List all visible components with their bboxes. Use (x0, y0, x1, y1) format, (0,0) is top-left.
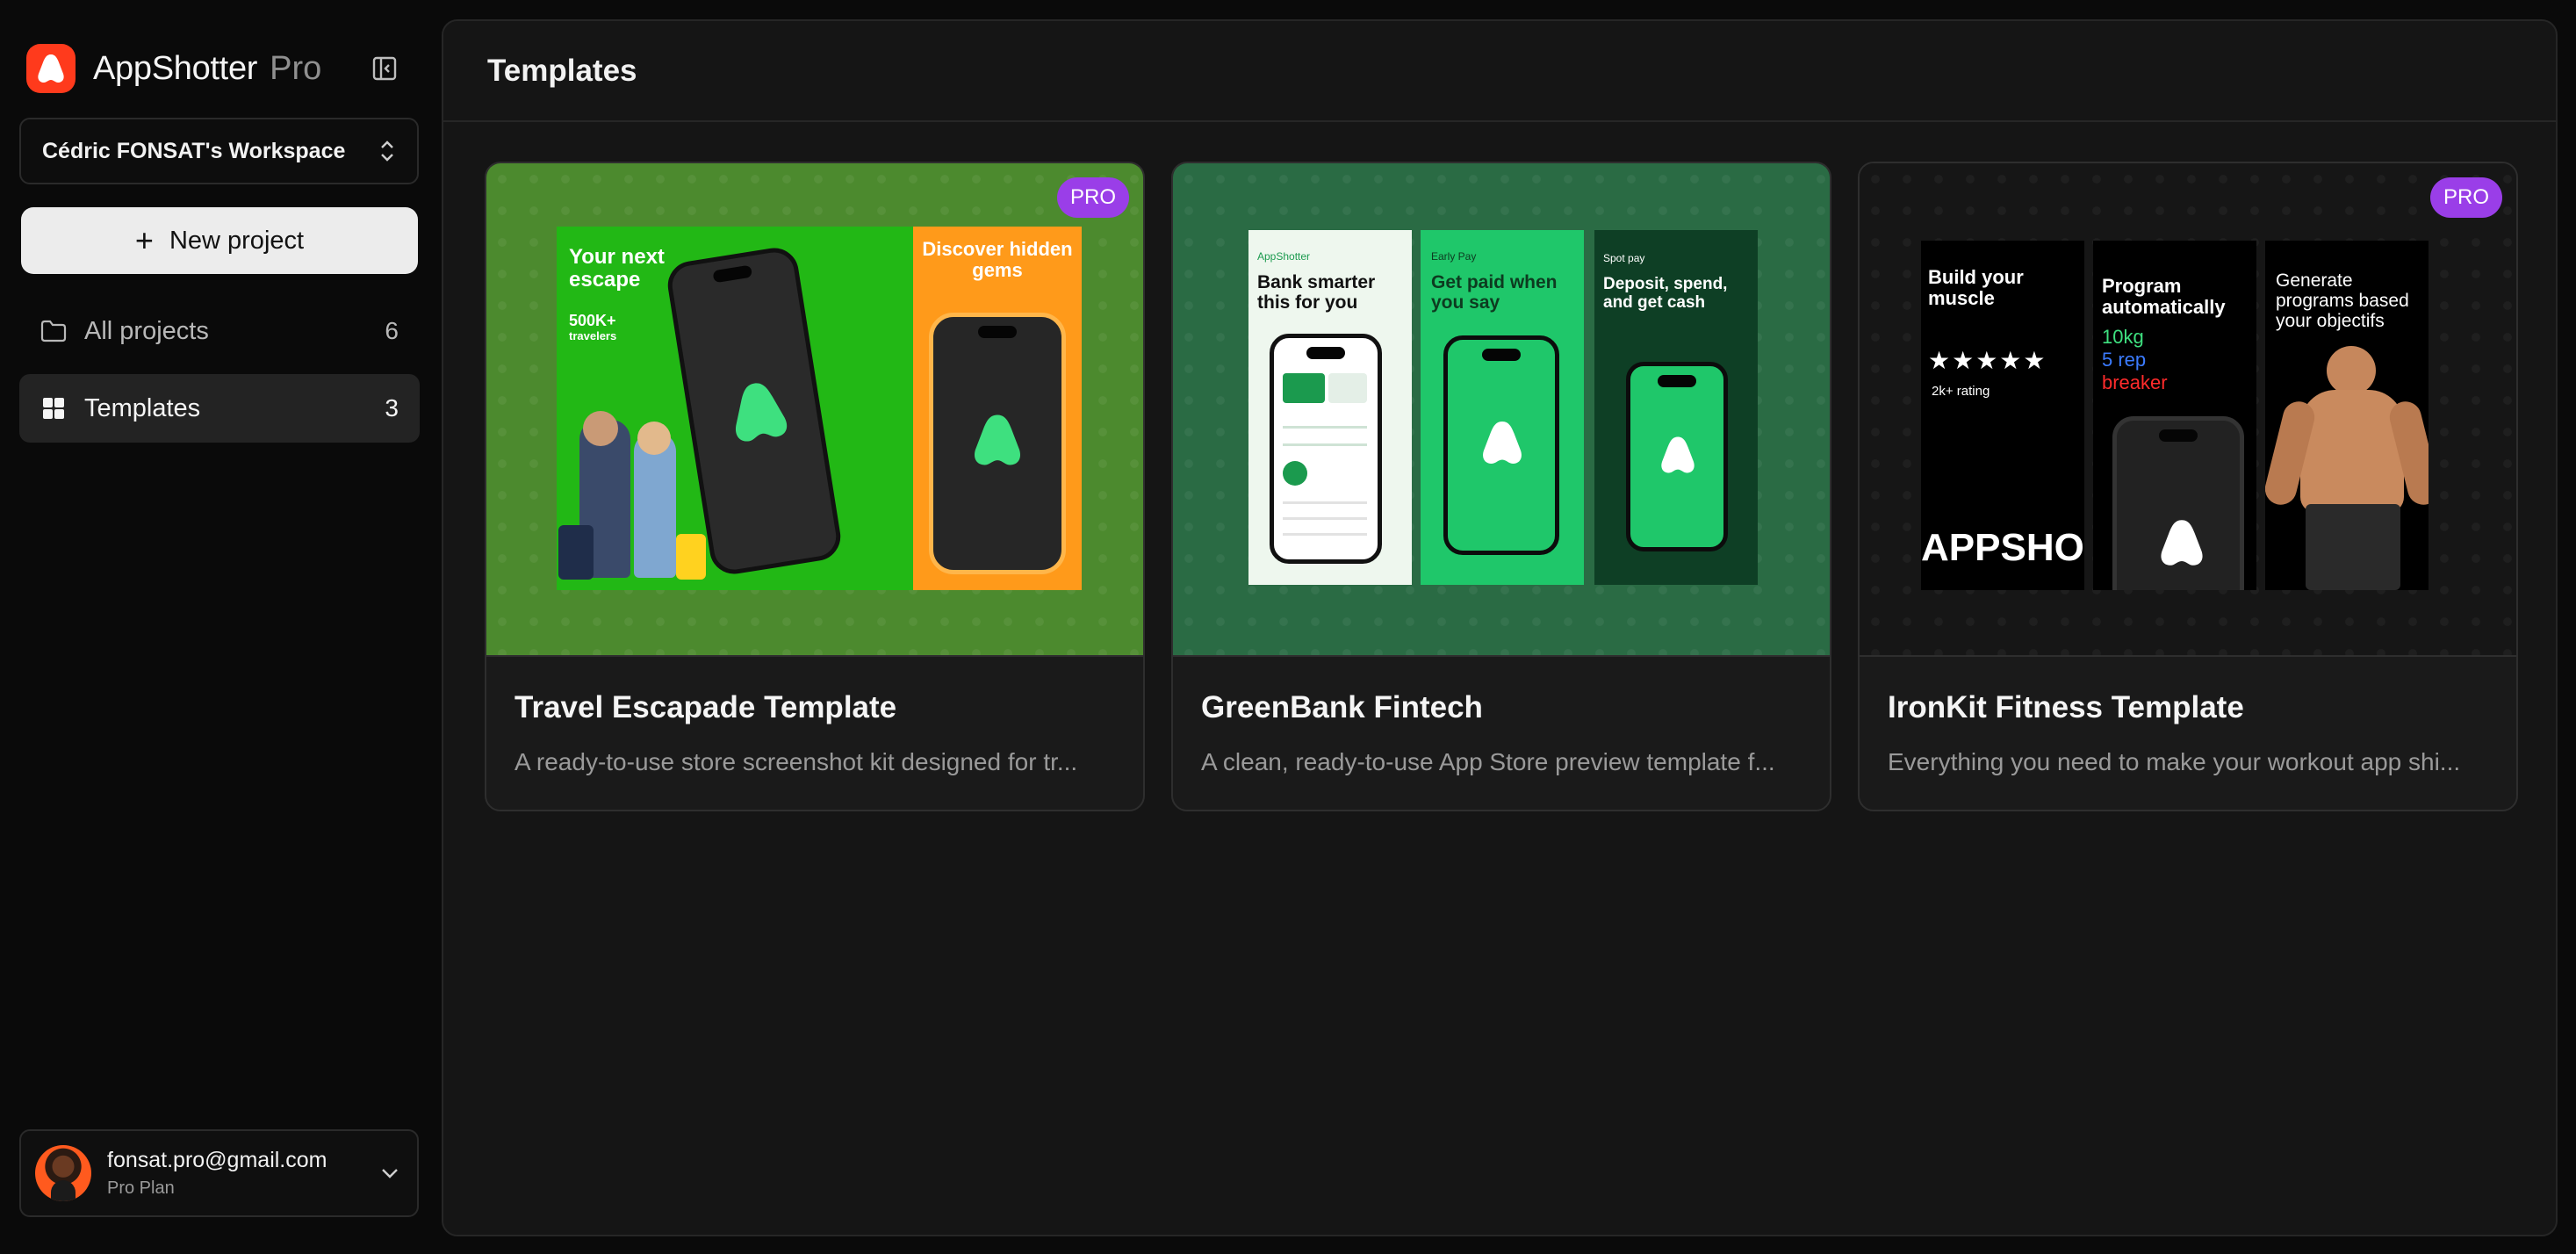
preview-panel: AppShotter Bank smarter this for you (1248, 230, 1412, 585)
preview-line: 5 rep (2102, 349, 2147, 371)
suitcase (676, 534, 706, 580)
new-project-label: New project (169, 226, 305, 255)
app-tier: Pro (270, 49, 322, 87)
sidebar: AppShotter Pro Cédric FONSAT's Workspace… (0, 0, 439, 1254)
rating-stars: ★★★★★ (1928, 347, 2047, 374)
preview-title: Deposit, spend, and get cash (1603, 275, 1728, 312)
app-name: AppShotter (93, 49, 258, 87)
avatar (35, 1145, 91, 1201)
phone-mockup (2112, 416, 2244, 590)
preview-panel: Build your muscle ★★★★★ 2k+ rating APPSH… (1921, 241, 2084, 590)
page-header: Templates (443, 21, 2556, 122)
preview-panel: Early Pay Get paid when you say (1421, 230, 1584, 585)
phone-mockup (929, 313, 1066, 574)
plus-icon: + (134, 222, 154, 258)
sidebar-item-count: 3 (385, 394, 399, 422)
preview-panel: Discover hidden gems (913, 227, 1082, 590)
preview-panel: Spot pay Deposit, spend, and get cash (1594, 230, 1758, 585)
template-title: IronKit Fitness Template (1888, 690, 2244, 724)
preview-title: Your next escape (569, 245, 665, 292)
template-card-ironkit[interactable]: PRO Build your muscle ★★★★★ 2k+ rating A… (1858, 162, 2518, 811)
template-title: Travel Escapade Template (514, 690, 897, 724)
preview-panel: Your next escape 500K+ travelers (557, 227, 920, 590)
traveler-head (637, 422, 671, 455)
template-card-greenbank[interactable]: AppShotter Bank smarter this for you Ear… (1171, 162, 1831, 811)
preview-line: 10kg (2102, 326, 2144, 348)
preview-title: Discover hidden gems (922, 238, 1073, 282)
preview-panel: Program automatically 10kg 5 rep breaker (2093, 241, 2256, 590)
suitcase (558, 525, 594, 580)
folder-icon (39, 316, 68, 346)
chevron-up-down-icon (381, 141, 393, 162)
chevron-down-icon (382, 1169, 398, 1178)
preview-panel: Generate programs based your objectifs (2265, 241, 2428, 590)
grid-icon (39, 393, 68, 423)
brand[interactable]: AppShotter Pro (26, 42, 321, 95)
template-description: A clean, ready-to-use App Store preview … (1201, 748, 1775, 775)
phone-mockup (1443, 335, 1559, 555)
athlete-torso (2300, 390, 2404, 513)
template-description: A ready-to-use store screenshot kit desi… (514, 748, 1078, 775)
sidebar-item-label: All projects (84, 316, 209, 345)
preview-title: Generate programs based your objectifs (2276, 270, 2409, 332)
user-email: fonsat.pro@gmail.com (107, 1148, 327, 1172)
page-title: Templates (487, 53, 637, 88)
template-card-travel[interactable]: PRO Your next escape 500K+ travelers Dis… (485, 162, 1145, 811)
workspace-switcher[interactable]: Cédric FONSAT's Workspace (19, 118, 419, 184)
sidebar-collapse-icon (372, 56, 397, 81)
main-panel: Templates PRO Your next escape 500K+ tra… (442, 19, 2558, 1236)
template-description: Everything you need to make your workout… (1888, 748, 2461, 775)
athlete-illustration (2327, 346, 2376, 395)
template-preview: PRO Build your muscle ★★★★★ 2k+ rating A… (1860, 163, 2516, 657)
template-preview: PRO Your next escape 500K+ travelers Dis… (486, 163, 1143, 657)
preview-stat: 500K+ (569, 312, 616, 329)
preview-brand: APPSHOT (1921, 526, 2084, 569)
sidebar-item-all-projects[interactable]: All projects 6 (19, 297, 420, 365)
sidebar-item-templates[interactable]: Templates 3 (19, 374, 420, 443)
preview-title: Program automatically (2102, 275, 2226, 319)
sidebar-item-count: 6 (385, 317, 399, 344)
pro-badge: PRO (2429, 177, 2502, 218)
templates-grid: PRO Your next escape 500K+ travelers Dis… (485, 162, 2518, 811)
preview-kicker: Early Pay (1431, 250, 1477, 263)
preview-title: Build your muscle (1928, 266, 2024, 310)
app-logo-icon (735, 383, 788, 442)
pro-badge: PRO (1056, 177, 1129, 218)
preview-kicker: AppShotter (1257, 250, 1311, 263)
traveler-head (583, 411, 618, 446)
app-logo-icon (1483, 422, 1522, 464)
sidebar-item-label: Templates (84, 393, 201, 422)
preview-title: Get paid when you say (1431, 272, 1558, 314)
phone-mockup (1270, 334, 1382, 564)
preview-stat-label: travelers (569, 329, 617, 342)
preview-title: Bank smarter this for you (1257, 272, 1376, 314)
new-project-button[interactable]: + New project (21, 207, 418, 274)
phone-mockup (1626, 362, 1728, 551)
preview-rating: 2k+ rating (1932, 384, 1990, 399)
phone-mockup (664, 244, 845, 578)
user-plan: Pro Plan (107, 1178, 175, 1198)
app-logo-icon (2161, 520, 2203, 566)
preview-kicker: Spot pay (1603, 252, 1645, 264)
app-logo-icon (26, 44, 76, 93)
app-logo-icon (1661, 436, 1695, 473)
user-menu[interactable]: fonsat.pro@gmail.com Pro Plan (19, 1129, 419, 1217)
template-title: GreenBank Fintech (1201, 690, 1483, 724)
workspace-name: Cédric FONSAT's Workspace (42, 138, 346, 163)
athlete-shorts (2306, 504, 2400, 590)
template-preview: AppShotter Bank smarter this for you Ear… (1173, 163, 1830, 657)
collapse-sidebar-button[interactable] (367, 53, 402, 84)
preview-line: breaker (2102, 371, 2168, 393)
app-logo-icon (974, 414, 1021, 465)
